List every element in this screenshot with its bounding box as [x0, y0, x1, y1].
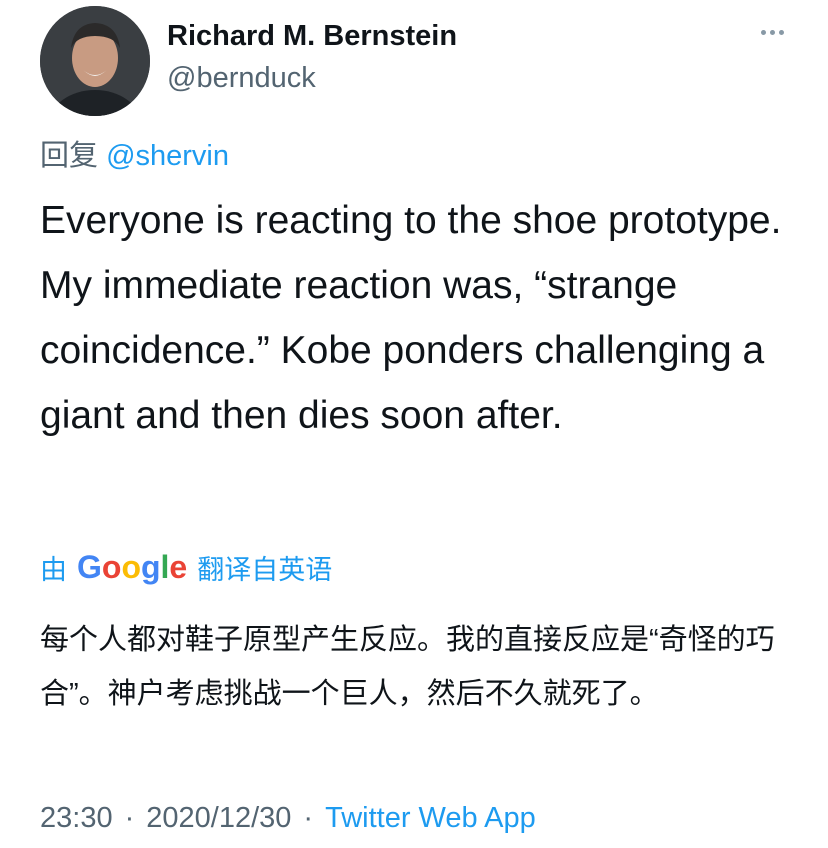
tweet-metadata: 23:30 · 2020/12/30 · Twitter Web App [40, 802, 536, 835]
translated-text: 每个人都对鞋子原型产生反应。我的直接反应是“奇怪的巧合”。神户考虑挑战一个巨人，… [40, 624, 775, 710]
tweet-source-link[interactable]: Twitter Web App [325, 802, 536, 834]
google-logo-letter: G [77, 549, 102, 585]
reply-context: 回复 @shervin [40, 132, 229, 174]
tweet-date[interactable]: 2020/12/30 [146, 802, 291, 834]
meta-separator: · [303, 802, 314, 834]
translation-attribution[interactable]: 由 Google 翻译自英语 [40, 548, 332, 587]
translation-by: 由 [40, 555, 67, 585]
author-handle[interactable]: @bernduck [167, 62, 316, 95]
avatar-image [40, 6, 150, 116]
more-dot [779, 30, 784, 35]
translation-label: 翻译自英语 [197, 555, 333, 585]
more-options-icon[interactable] [761, 30, 784, 35]
reply-prefix: 回复 [40, 140, 99, 172]
more-dot [761, 30, 766, 35]
more-dot [770, 30, 775, 35]
google-logo-letter: o [101, 549, 122, 585]
google-logo-letter: g [140, 549, 161, 585]
meta-separator: · [124, 802, 135, 834]
author-display-name[interactable]: Richard M. Bernstein [167, 20, 457, 53]
tweet-text: Everyone is reacting to the shoe prototy… [40, 199, 782, 437]
reply-mention-link[interactable]: @shervin [106, 140, 229, 172]
google-logo-letter: e [169, 549, 188, 585]
tweet-time[interactable]: 23:30 [40, 802, 113, 834]
google-logo: Google [77, 549, 187, 586]
author-avatar[interactable] [40, 6, 150, 116]
google-logo-letter: o [121, 549, 141, 585]
